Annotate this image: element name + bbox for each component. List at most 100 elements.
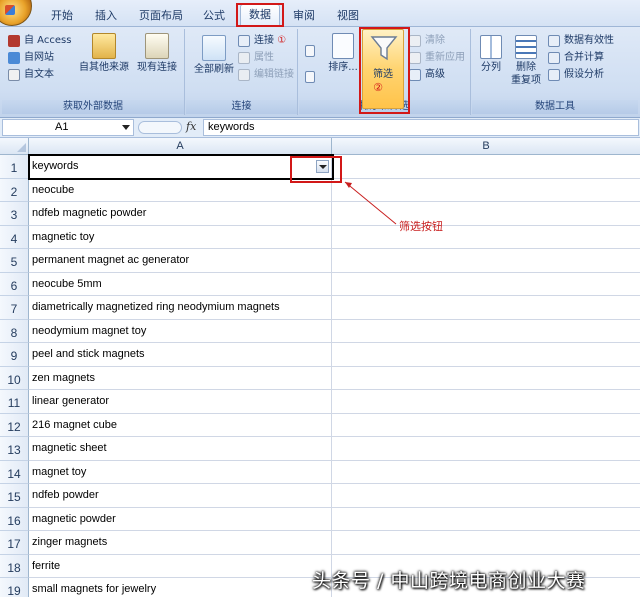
- cell-a[interactable]: diametrically magnetized ring neodymium …: [29, 296, 332, 320]
- cell-a[interactable]: linear generator: [29, 390, 332, 414]
- ribbon-tab-bar: 开始 插入 页面布局 公式 数据 审阅 视图: [0, 0, 640, 27]
- from-other-sources-button[interactable]: 自其他来源: [76, 33, 132, 74]
- row-header[interactable]: 16: [0, 507, 29, 531]
- sort-az-icon: [305, 45, 315, 57]
- cell-b[interactable]: [332, 484, 640, 508]
- what-if-analysis-button[interactable]: 假设分析: [548, 67, 604, 83]
- data-validation-button[interactable]: 数据有效性: [548, 33, 614, 49]
- edit-links-button[interactable]: 编辑链接: [238, 67, 294, 83]
- cell-b[interactable]: [332, 296, 640, 320]
- row-header[interactable]: 8: [0, 319, 29, 343]
- row-header[interactable]: 10: [0, 366, 29, 390]
- row-header[interactable]: 2: [0, 178, 29, 202]
- row-header[interactable]: 11: [0, 390, 29, 414]
- tab-page-layout[interactable]: 页面布局: [132, 6, 190, 26]
- from-access-button[interactable]: 自 Access: [8, 33, 71, 49]
- remove-duplicates-icon: [515, 35, 537, 59]
- tab-data[interactable]: 数据: [240, 4, 280, 27]
- row-header[interactable]: 4: [0, 225, 29, 249]
- column-header-a[interactable]: A: [29, 138, 332, 155]
- cell-b[interactable]: [332, 390, 640, 414]
- cell-b[interactable]: [332, 226, 640, 249]
- cell-b[interactable]: [332, 343, 640, 367]
- cell-a[interactable]: magnetic sheet: [29, 437, 332, 461]
- row-header[interactable]: 18: [0, 554, 29, 578]
- refresh-all-button[interactable]: 全部刷新: [190, 35, 238, 76]
- cell-a[interactable]: neocube 5mm: [29, 272, 332, 296]
- cell-b[interactable]: [332, 320, 640, 343]
- insert-function-icon[interactable]: fx: [186, 120, 196, 133]
- cell-b[interactable]: [332, 249, 640, 273]
- row-header[interactable]: 1: [0, 155, 29, 179]
- tab-view[interactable]: 视图: [330, 6, 366, 26]
- cell-a[interactable]: peel and stick magnets: [29, 343, 332, 367]
- formula-input[interactable]: keywords: [203, 119, 639, 136]
- from-text-button[interactable]: 自文本: [8, 67, 54, 83]
- table-row: 12 216 magnet cube: [0, 413, 640, 437]
- cell-b[interactable]: [332, 273, 640, 296]
- cell-a[interactable]: small magnets for jewelry: [29, 578, 332, 597]
- reapply-label: 重新应用: [425, 52, 465, 63]
- office-button-icon[interactable]: [0, 0, 32, 26]
- cell-a[interactable]: 216 magnet cube: [29, 413, 332, 437]
- formula-bar-resize-handle[interactable]: [138, 121, 182, 134]
- cell-b[interactable]: [332, 531, 640, 555]
- sort-za-icon: [305, 71, 315, 83]
- tab-review[interactable]: 审阅: [286, 6, 322, 26]
- row-header[interactable]: 3: [0, 202, 29, 226]
- cell-b[interactable]: [332, 155, 640, 179]
- row-header[interactable]: 15: [0, 484, 29, 508]
- cell-b[interactable]: [332, 179, 640, 202]
- cell-a[interactable]: ndfeb magnetic powder: [29, 202, 332, 226]
- row-header[interactable]: 9: [0, 343, 29, 367]
- cell-a[interactable]: magnetic powder: [29, 507, 332, 531]
- tab-insert[interactable]: 插入: [88, 6, 124, 26]
- column-header-b[interactable]: B: [332, 138, 640, 155]
- reapply-button[interactable]: 重新应用: [409, 50, 465, 66]
- text-to-columns-button[interactable]: 分列: [474, 35, 508, 74]
- tab-home[interactable]: 开始: [44, 6, 80, 26]
- properties-button[interactable]: 属性: [238, 50, 274, 66]
- row-header[interactable]: 13: [0, 437, 29, 461]
- filter-dropdown-button[interactable]: [316, 160, 329, 173]
- table-row: 9 peel and stick magnets: [0, 343, 640, 367]
- row-header[interactable]: 14: [0, 460, 29, 484]
- tab-formulas[interactable]: 公式: [196, 6, 232, 26]
- row-header[interactable]: 6: [0, 272, 29, 296]
- cell-b[interactable]: [332, 367, 640, 390]
- select-all-corner[interactable]: [0, 138, 29, 155]
- name-box[interactable]: A1: [2, 119, 134, 136]
- row-header[interactable]: 12: [0, 413, 29, 437]
- cell-b[interactable]: [332, 508, 640, 531]
- sort-button[interactable]: 排序...: [325, 33, 361, 74]
- name-box-dropdown-icon[interactable]: [122, 125, 130, 130]
- consolidate-button[interactable]: 合并计算: [548, 50, 604, 66]
- cell-a[interactable]: zinger magnets: [29, 531, 332, 555]
- row-header[interactable]: 7: [0, 296, 29, 320]
- cell-b[interactable]: [332, 437, 640, 461]
- advanced-filter-button[interactable]: 高级: [409, 67, 445, 83]
- cell-b[interactable]: [332, 461, 640, 484]
- cell-b[interactable]: [332, 414, 640, 437]
- existing-connections-button[interactable]: 现有连接: [134, 33, 180, 74]
- cell-b[interactable]: [332, 202, 640, 226]
- cell-a[interactable]: neodymium magnet toy: [29, 319, 332, 343]
- cell-a[interactable]: magnetic toy: [29, 225, 332, 249]
- from-web-button[interactable]: 自网站: [8, 50, 54, 66]
- cell-a[interactable]: ndfeb powder: [29, 484, 332, 508]
- filter-button[interactable]: 筛选 ②: [362, 29, 404, 109]
- connections-button[interactable]: 连接 ①: [238, 33, 286, 49]
- sort-ascending-button[interactable]: [305, 43, 319, 59]
- clear-filter-button[interactable]: 清除: [409, 33, 445, 49]
- row-header[interactable]: 5: [0, 249, 29, 273]
- cell-a[interactable]: ferrite: [29, 554, 332, 578]
- row-header[interactable]: 19: [0, 578, 29, 597]
- cell-a[interactable]: permanent magnet ac generator: [29, 249, 332, 273]
- cell-a[interactable]: zen magnets: [29, 366, 332, 390]
- cell-a[interactable]: magnet toy: [29, 460, 332, 484]
- cell-a[interactable]: neocube: [29, 178, 332, 202]
- row-header[interactable]: 17: [0, 531, 29, 555]
- remove-duplicates-button[interactable]: 删除 重复项: [508, 35, 544, 87]
- cell-a[interactable]: keywords: [29, 155, 332, 179]
- sort-descending-button[interactable]: [305, 69, 319, 85]
